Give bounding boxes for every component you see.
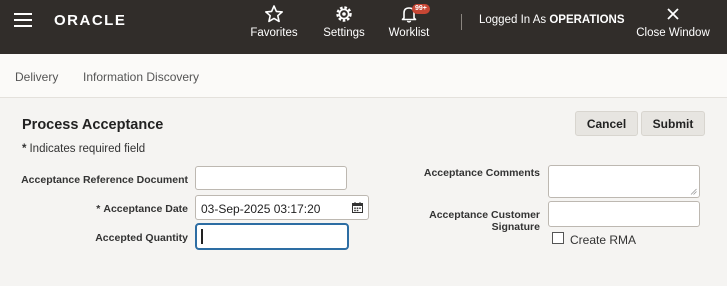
required-star: *	[96, 203, 101, 215]
star-icon	[264, 5, 284, 23]
settings-label: Settings	[323, 27, 365, 39]
worklist-label: Worklist	[388, 27, 430, 39]
acceptance-comments-label: Acceptance Comments	[423, 167, 540, 179]
logged-in-prefix: Logged In As	[479, 14, 550, 26]
global-header: ORACLE Favorites Settings 99+ Worklist L…	[0, 0, 727, 54]
acceptance-date-value: 03-Sep-2025 03:17:20	[201, 202, 321, 216]
favorites-button[interactable]: Favorites	[248, 4, 300, 39]
submit-button[interactable]: Submit	[641, 111, 705, 136]
close-icon	[667, 8, 679, 20]
worklist-count-badge: 99+	[412, 4, 430, 14]
acceptance-comments-textarea[interactable]	[548, 165, 700, 198]
acceptance-date-label-text: Acceptance Date	[103, 203, 188, 215]
hamburger-menu-icon[interactable]	[14, 13, 34, 29]
page-title: Process Acceptance	[22, 117, 164, 133]
text-cursor	[201, 229, 203, 244]
close-window-label: Close Window	[636, 27, 710, 39]
create-rma-checkbox[interactable]	[552, 232, 564, 244]
accepted-quantity-label: Accepted Quantity	[95, 232, 188, 244]
required-star: *	[22, 143, 27, 155]
acceptance-date-label: * Acceptance Date	[20, 203, 188, 215]
accepted-quantity-input[interactable]	[195, 223, 349, 250]
logged-in-status: Logged In As OPERATIONS	[479, 14, 625, 26]
cancel-button[interactable]: Cancel	[575, 111, 638, 136]
acceptance-customer-signature-label: Acceptance Customer Signature	[429, 209, 540, 233]
acceptance-date-input[interactable]: 03-Sep-2025 03:17:20	[195, 195, 369, 220]
nav-bar: Delivery Information Discovery	[0, 54, 727, 98]
acceptance-reference-document-label: Acceptance Reference Document	[21, 174, 188, 186]
logged-in-user: OPERATIONS	[549, 14, 625, 26]
header-divider	[461, 14, 462, 30]
acceptance-reference-document-input[interactable]	[195, 166, 347, 190]
acceptance-customer-signature-input[interactable]	[548, 201, 700, 227]
worklist-button[interactable]: 99+ Worklist	[385, 4, 433, 39]
gear-icon	[336, 6, 352, 22]
oracle-logo: ORACLE	[54, 12, 127, 29]
nav-link-delivery[interactable]: Delivery	[15, 70, 58, 84]
required-note-text: Indicates required field	[29, 143, 146, 155]
calendar-icon[interactable]	[352, 202, 363, 213]
favorites-label: Favorites	[250, 27, 298, 39]
required-field-note: * Indicates required field	[22, 143, 145, 155]
nav-link-information-discovery[interactable]: Information Discovery	[83, 70, 199, 84]
create-rma-label: Create RMA	[570, 233, 637, 247]
settings-button[interactable]: Settings	[320, 4, 368, 39]
resize-handle-icon[interactable]	[690, 188, 697, 195]
close-window-button[interactable]: Close Window	[633, 4, 713, 39]
